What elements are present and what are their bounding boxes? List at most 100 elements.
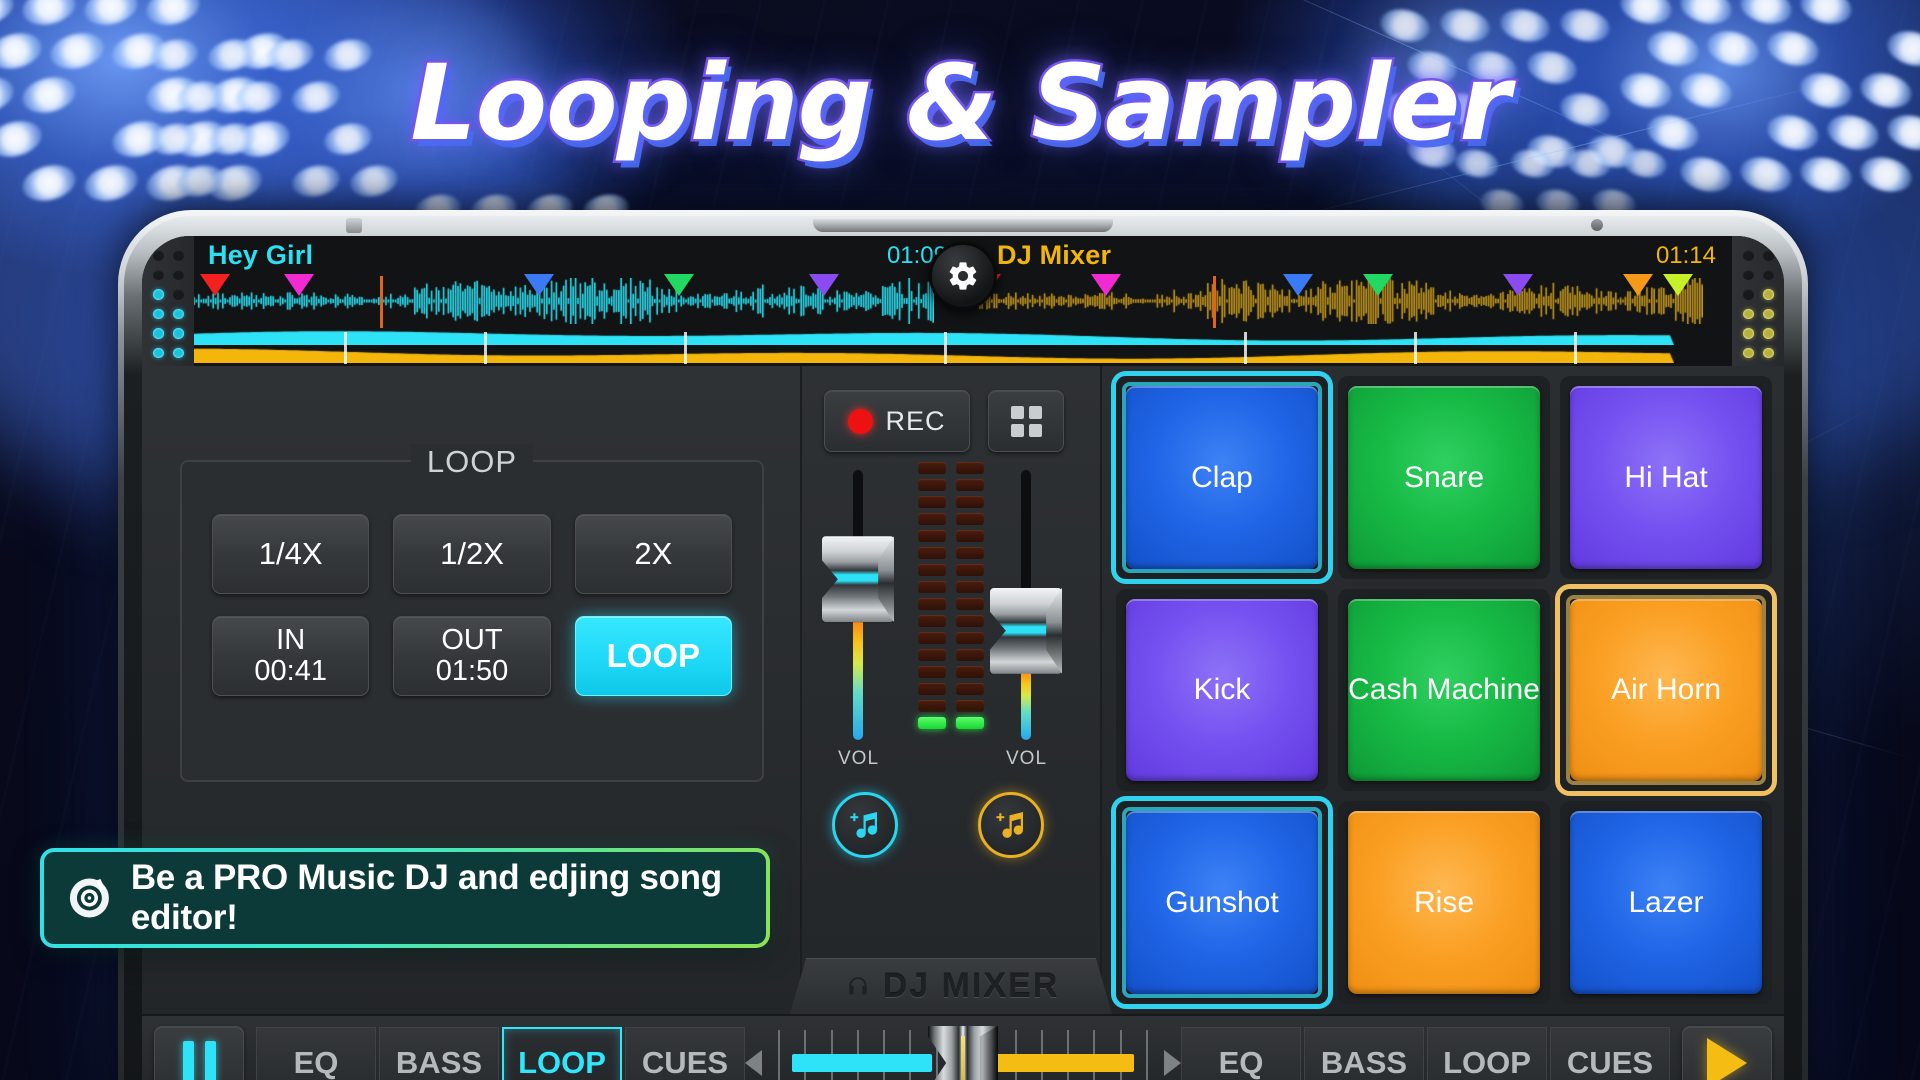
play-icon xyxy=(1707,1038,1747,1080)
sampler-pad-cell[interactable]: Snare xyxy=(1338,376,1550,579)
overview-tick xyxy=(944,332,947,364)
crossfader-left-arrow-icon[interactable] xyxy=(745,1050,762,1076)
vu-segment xyxy=(918,632,946,644)
loop-out-label: OUT xyxy=(441,623,503,656)
grille-column xyxy=(172,250,184,358)
vu-segment xyxy=(956,632,984,644)
loop-quarter-button[interactable]: 1/4X xyxy=(212,514,370,594)
sampler-pad[interactable]: Gunshot xyxy=(1126,811,1318,994)
tab-loop[interactable]: LOOP xyxy=(1427,1027,1547,1080)
overview-tick xyxy=(1244,332,1247,364)
grille-dot xyxy=(172,269,184,280)
page-title: Looping & Sampler xyxy=(408,40,1513,167)
sampler-pad-cell[interactable]: Gunshot xyxy=(1116,801,1328,1004)
play-button[interactable] xyxy=(1682,1026,1772,1080)
grille-dot xyxy=(1762,328,1774,339)
grille-dot xyxy=(172,289,184,300)
loop-toggle-button[interactable]: LOOP xyxy=(574,616,732,696)
vu-segment xyxy=(918,598,946,610)
cue-marker[interactable] xyxy=(200,274,230,296)
loop-half-button[interactable]: 1/2X xyxy=(393,514,551,594)
sampler-pad[interactable]: Air Horn xyxy=(1570,598,1762,782)
record-button[interactable]: REC xyxy=(824,390,970,452)
sampler-pad-cell[interactable]: Hi Hat xyxy=(1560,376,1772,579)
deck-right-waveform[interactable] xyxy=(963,278,1703,324)
grille-dot xyxy=(172,308,184,319)
overview-bar-right-deck[interactable] xyxy=(194,348,1674,363)
cue-marker[interactable] xyxy=(1623,274,1653,296)
vu-segment xyxy=(956,564,984,576)
vu-segment xyxy=(956,479,984,491)
cue-marker[interactable] xyxy=(1363,274,1393,296)
loop-panel-title: LOOP xyxy=(410,444,534,480)
cue-marker[interactable] xyxy=(1283,274,1313,296)
phone-device: Hey Girl 01:09 DJ Mixer 01:14 LOOP 1/4X … xyxy=(118,210,1808,1080)
sampler-pad[interactable]: Kick xyxy=(1126,598,1318,782)
sampler-pad-cell[interactable]: Air Horn xyxy=(1560,588,1772,792)
tab-cues[interactable]: CUES xyxy=(1550,1027,1670,1080)
tab-cues[interactable]: CUES xyxy=(625,1027,745,1080)
deck-left[interactable]: Hey Girl 01:09 xyxy=(194,236,963,330)
loop-in-button[interactable]: IN 00:41 xyxy=(212,616,370,696)
volume-fader-right[interactable] xyxy=(990,470,1062,740)
vu-segment xyxy=(956,717,984,729)
sampler-pad-cell[interactable]: Clap xyxy=(1116,376,1328,579)
add-track-left-button[interactable] xyxy=(832,792,898,858)
crossfader[interactable] xyxy=(778,1026,1148,1080)
tab-eq[interactable]: EQ xyxy=(256,1027,376,1080)
crossfader-right-arrow-icon[interactable] xyxy=(1164,1050,1181,1076)
add-track-right-button[interactable] xyxy=(978,792,1044,858)
loop-out-button[interactable]: OUT 01:50 xyxy=(393,616,551,696)
loop-double-button[interactable]: 2X xyxy=(574,514,732,594)
crossfader-tick xyxy=(778,1030,780,1080)
tab-bass[interactable]: BASS xyxy=(379,1027,499,1080)
cue-marker[interactable] xyxy=(1663,274,1693,296)
dj-app-screen: Hey Girl 01:09 DJ Mixer 01:14 LOOP 1/4X … xyxy=(142,236,1784,1080)
grid-four-icon xyxy=(1010,405,1042,437)
pause-icon xyxy=(182,1041,216,1080)
overview-tick xyxy=(484,332,487,364)
crossfader-area xyxy=(745,1026,1181,1080)
sampler-pad-cell[interactable]: Kick xyxy=(1116,588,1328,792)
vu-segment xyxy=(956,547,984,559)
cue-marker[interactable] xyxy=(1503,274,1533,296)
pad-grid-button[interactable] xyxy=(988,390,1064,452)
sampler-pad[interactable]: Rise xyxy=(1348,811,1540,994)
waveform-row: Hey Girl 01:09 DJ Mixer 01:14 xyxy=(142,236,1784,366)
phone-earpiece xyxy=(813,219,1113,232)
cue-marker[interactable] xyxy=(1091,274,1121,296)
left-deck-tabs: EQ BASS LOOP CUES xyxy=(256,1027,745,1080)
deck-right[interactable]: DJ Mixer 01:14 xyxy=(963,236,1732,330)
overview-bar-left-deck[interactable] xyxy=(194,330,1674,345)
fader-left-knob[interactable] xyxy=(822,536,894,623)
cue-marker[interactable] xyxy=(809,274,839,296)
vu-segment xyxy=(918,700,946,712)
cue-marker[interactable] xyxy=(524,274,554,296)
sampler-pad[interactable]: Clap xyxy=(1126,386,1318,569)
volume-fader-left[interactable] xyxy=(822,470,894,740)
record-label: REC xyxy=(885,405,946,436)
loop-out-time: 01:50 xyxy=(435,655,509,687)
sampler-pad-cell[interactable]: Lazer xyxy=(1560,801,1772,1004)
sampler-pad[interactable]: Snare xyxy=(1348,386,1540,569)
sampler-pad[interactable]: Lazer xyxy=(1570,811,1762,994)
loop-button-grid: 1/4X 1/2X 2X IN 00:41 OUT 01:50 LOOP xyxy=(212,514,732,696)
vu-segment xyxy=(956,683,984,695)
pause-button[interactable] xyxy=(154,1026,244,1080)
tab-eq[interactable]: EQ xyxy=(1181,1027,1301,1080)
fader-right-knob[interactable] xyxy=(990,587,1062,674)
sampler-pad[interactable]: Hi Hat xyxy=(1570,386,1762,569)
dj-mixer-badge: DJ MIXER xyxy=(790,958,1112,1014)
sampler-pad-cell[interactable]: Rise xyxy=(1338,801,1550,1004)
cue-marker[interactable] xyxy=(284,274,314,296)
vu-segment xyxy=(918,530,946,542)
overview-bars[interactable] xyxy=(194,330,1732,366)
tab-bass[interactable]: BASS xyxy=(1304,1027,1424,1080)
cue-marker[interactable] xyxy=(664,274,694,296)
sampler-pad[interactable]: Cash Machine xyxy=(1348,598,1540,782)
settings-button[interactable] xyxy=(929,242,997,310)
loop-in-label: IN xyxy=(276,623,306,656)
tab-loop[interactable]: LOOP xyxy=(502,1027,622,1080)
vu-segment xyxy=(956,649,984,661)
sampler-pad-cell[interactable]: Cash Machine xyxy=(1338,588,1550,792)
